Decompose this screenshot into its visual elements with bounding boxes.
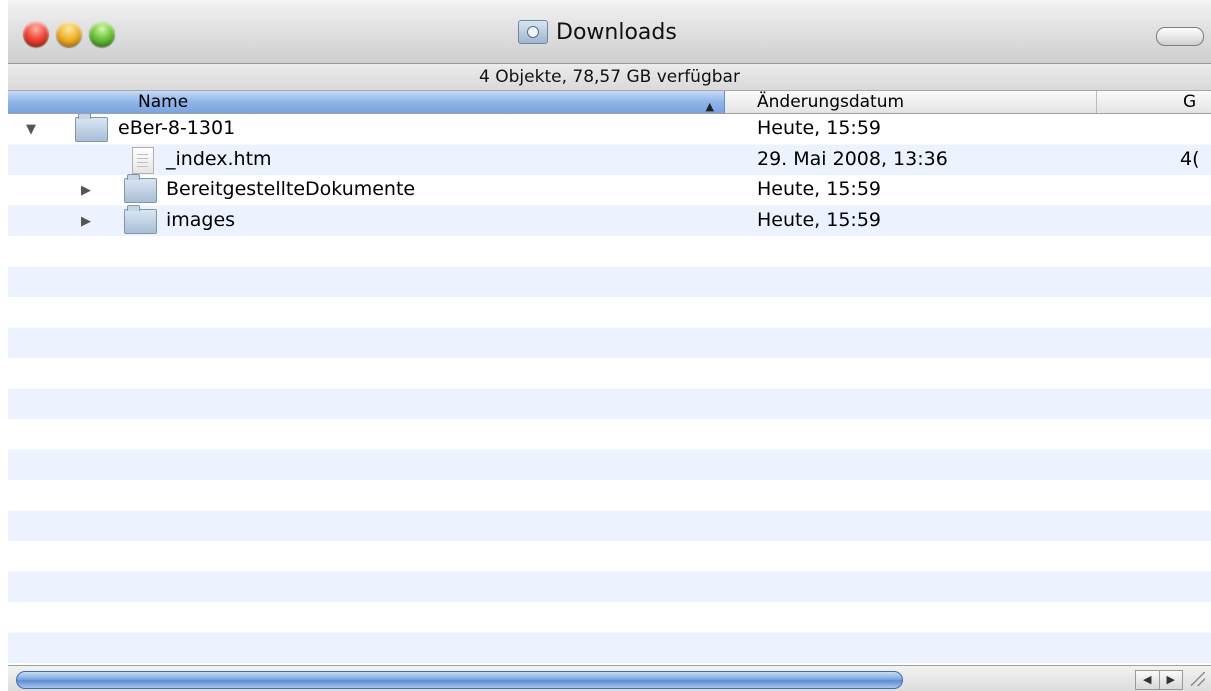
item-date: Heute, 15:59 <box>757 117 881 139</box>
window-title-group: Downloads <box>518 15 677 49</box>
item-name: _index.htm <box>166 147 272 170</box>
scroll-arrows: ◀ ▶ <box>1135 670 1183 690</box>
disclosure-expanded-icon[interactable]: ▼ <box>26 122 36 137</box>
folder-icon <box>124 174 157 203</box>
column-header-size-label: G <box>1183 92 1197 112</box>
item-size: 4( <box>1180 147 1200 170</box>
column-header: Name ▲ Änderungsdatum G <box>8 91 1211 114</box>
column-header-date[interactable]: Änderungsdatum <box>725 91 1097 113</box>
minimize-button[interactable] <box>56 21 82 47</box>
list-item[interactable]: _index.htm 29. Mai 2008, 13:36 4( <box>8 145 1211 176</box>
column-header-size[interactable]: G <box>1097 91 1211 113</box>
column-header-name-label: Name <box>138 92 189 112</box>
status-bar: 4 Objekte, 78,57 GB verfügbar <box>8 64 1211 91</box>
folder-icon <box>124 204 157 234</box>
item-name: eBer-8-1301 <box>118 117 236 139</box>
folder-icon <box>75 114 108 142</box>
column-header-name[interactable]: Name ▲ <box>8 91 725 113</box>
list-item[interactable]: ▼ eBer-8-1301 Heute, 15:59 <box>8 114 1211 145</box>
file-list[interactable]: ▼ eBer-8-1301 Heute, 15:59 _index.htm 29… <box>8 114 1211 664</box>
item-date: 29. Mai 2008, 13:36 <box>757 147 948 170</box>
title-bar[interactable]: Downloads <box>8 0 1211 64</box>
item-date: Heute, 15:59 <box>757 178 881 200</box>
disclosure-collapsed-icon[interactable]: ▶ <box>81 214 91 229</box>
disclosure-collapsed-icon[interactable]: ▶ <box>81 183 91 198</box>
list-item[interactable]: ▶ images Heute, 15:59 <box>8 204 1211 237</box>
close-button[interactable] <box>23 21 49 47</box>
scroll-left-icon[interactable]: ◀ <box>1136 671 1160 689</box>
document-icon <box>132 146 154 174</box>
horizontal-scrollbar[interactable]: ◀ ▶ <box>8 665 1211 691</box>
item-date: Heute, 15:59 <box>757 208 881 231</box>
finder-window: Downloads 4 Objekte, 78,57 GB verfügbar … <box>8 0 1211 691</box>
item-name: BereitgestellteDokumente <box>166 178 416 200</box>
status-text: 4 Objekte, 78,57 GB verfügbar <box>479 67 740 87</box>
scrollbar-thumb[interactable] <box>16 671 903 689</box>
window-title: Downloads <box>556 19 677 45</box>
item-name: images <box>166 208 236 231</box>
downloads-folder-icon <box>518 20 548 44</box>
scroll-right-icon[interactable]: ▶ <box>1160 671 1183 689</box>
zoom-button[interactable] <box>89 21 115 47</box>
toolbar-toggle-button[interactable] <box>1156 27 1204 46</box>
resize-grip-icon[interactable] <box>1191 672 1205 686</box>
column-header-date-label: Änderungsdatum <box>757 92 905 112</box>
list-item[interactable]: ▶ BereitgestellteDokumente Heute, 15:59 <box>8 174 1211 206</box>
